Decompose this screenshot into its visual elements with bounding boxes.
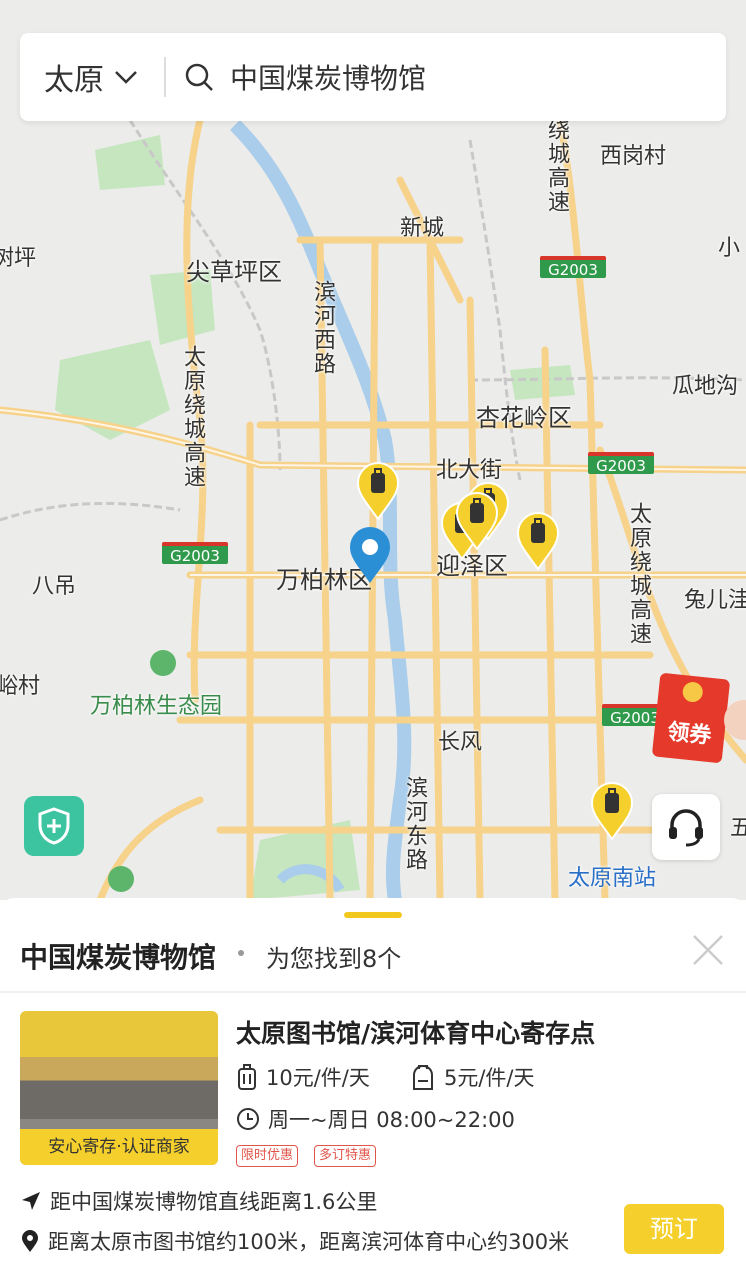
map-label: 滨河西路 [310, 280, 335, 376]
map-label: 滨河东路 [402, 776, 427, 872]
navigation-arrow-icon [22, 1192, 40, 1210]
promo-badge: 限时优惠 [236, 1145, 299, 1167]
price-bag: 5元/件/天 [410, 1062, 535, 1092]
luggage-icon [238, 1064, 256, 1090]
map-label: 杏花岭区 [476, 404, 572, 432]
map-label: 五 [730, 816, 746, 841]
map-label: 西岗村 [600, 144, 667, 169]
map-label: 新城 [400, 216, 445, 241]
map-label: 瓜地沟 [672, 374, 739, 399]
map-label: 北大街 [436, 458, 503, 483]
highway-shield: G2003 [162, 542, 228, 565]
price-luggage: 10元/件/天 [236, 1062, 370, 1092]
coupon-label: 领券 [666, 719, 713, 750]
distance-text: 距中国煤炭博物馆直线距离1.6公里 [50, 1190, 378, 1214]
headset-icon [669, 809, 703, 847]
price-bag-text: 5元/件/天 [444, 1066, 535, 1090]
divider [0, 991, 746, 993]
highway-shield: G2003 [588, 452, 654, 475]
hours-text: 周一~周日 08:00~22:00 [268, 1108, 515, 1132]
dot-separator [238, 950, 244, 956]
storage-pin-icon[interactable] [455, 492, 499, 550]
opening-hours: 周一~周日 08:00~22:00 [236, 1104, 515, 1134]
location-text: 距离太原市图书馆约100米，距离滨河体育中心约300米 [48, 1230, 570, 1254]
chevron-down-icon [115, 71, 137, 84]
storage-thumbnail: 安心寄存·认证商家 [20, 1011, 218, 1165]
park-icon [150, 650, 176, 676]
distance-row: 距中国煤炭博物馆直线距离1.6公里 [20, 1186, 377, 1216]
location-row: 距离太原市图书馆约100米，距离滨河体育中心约300米 [20, 1226, 569, 1256]
book-button[interactable]: 预订 [624, 1204, 724, 1254]
map-label: 尖草坪区 [186, 258, 282, 286]
promo-badge: 多订特惠 [314, 1145, 377, 1167]
result-count: 为您找到8个 [266, 945, 402, 973]
map-label: 八吊 [32, 574, 77, 599]
storage-pin-icon[interactable] [590, 782, 634, 840]
customer-service-button[interactable] [652, 794, 720, 860]
search-input[interactable]: 中国煤炭博物馆 [166, 57, 726, 97]
map-label: 小 [718, 236, 741, 261]
certified-tag: 安心寄存·认证商家 [20, 1129, 218, 1165]
price-luggage-text: 10元/件/天 [266, 1066, 370, 1090]
results-panel: 中国煤炭博物馆 为您找到8个 安心寄存·认证商家 太原图书馆/滨河体育中心寄存点… [0, 898, 746, 1280]
map-label: 万柏林生态园 [90, 694, 223, 719]
map-label: 太原绕城高速 [626, 502, 651, 646]
close-icon[interactable] [690, 932, 726, 968]
city-selector[interactable]: 太原 [20, 55, 164, 99]
map-label: 太原绕城高速 [180, 345, 205, 489]
safety-shield-button[interactable] [24, 796, 84, 856]
drag-handle[interactable] [344, 912, 402, 918]
map-label: 绕城高速 [544, 118, 569, 214]
coupon-button[interactable]: 领券 [651, 672, 731, 764]
coupon-seal-icon [681, 681, 704, 704]
map-label: 太原南站 [568, 866, 657, 891]
backpack-icon [413, 1065, 433, 1090]
location-pin-icon [350, 527, 390, 583]
storage-pin-icon[interactable] [516, 512, 560, 570]
storage-pin-icon[interactable] [356, 462, 400, 520]
search-query: 中国煤炭博物馆 [230, 62, 427, 95]
search-bar: 太原 中国煤炭博物馆 [20, 33, 726, 121]
park-icon [108, 866, 134, 892]
map-label: 长风 [438, 730, 483, 755]
shield-plus-icon [38, 807, 70, 845]
storage-name: 太原图书馆/滨河体育中心寄存点 [236, 1019, 596, 1048]
map-view[interactable]: 西岗村 新城 小 树坪 尖草坪区 滨河西路 杏花岭区 瓜地沟 北大街 万柏林区 … [0, 0, 746, 900]
map-label: 树坪 [0, 246, 37, 271]
map-label: 兔儿洼 [684, 588, 746, 613]
search-icon [185, 63, 213, 91]
highway-shield: G2003 [540, 256, 606, 279]
map-roads [0, 116, 746, 900]
panel-title: 中国煤炭博物馆 [20, 941, 217, 974]
clock-icon [237, 1108, 259, 1130]
map-label: 峪村 [0, 674, 41, 699]
location-icon [22, 1230, 38, 1252]
city-name: 太原 [44, 63, 104, 98]
